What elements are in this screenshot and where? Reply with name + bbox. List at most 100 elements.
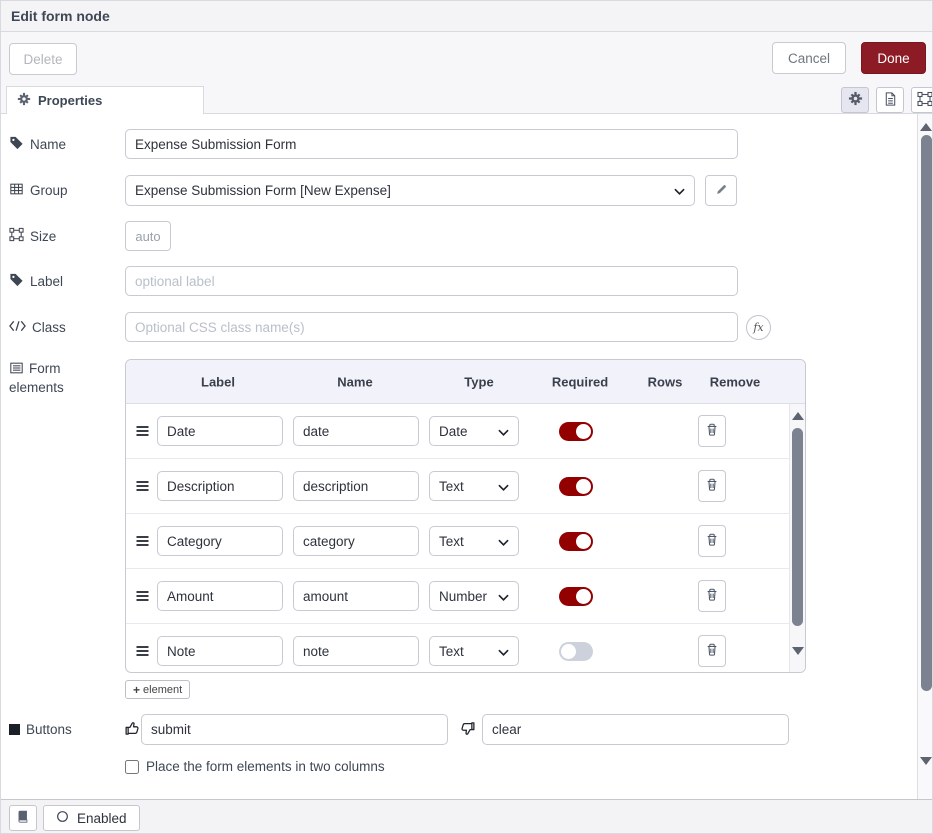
done-button[interactable]: Done xyxy=(861,42,926,74)
gear-icon xyxy=(17,92,31,109)
square-icon xyxy=(9,724,20,735)
table-body: Date Text xyxy=(126,404,805,673)
required-toggle[interactable] xyxy=(559,587,593,606)
table-scrollbar-thumb[interactable] xyxy=(792,428,803,626)
edit-group-button[interactable] xyxy=(705,175,737,206)
element-rows: Date Text xyxy=(126,404,791,673)
element-row: Number xyxy=(126,569,791,624)
trash-icon xyxy=(705,587,719,605)
element-row: Text xyxy=(126,624,791,673)
tab-properties-label: Properties xyxy=(38,93,102,108)
size-auto-button[interactable]: auto xyxy=(125,221,171,251)
element-type-select[interactable]: Date xyxy=(429,416,519,446)
scroll-up-icon[interactable] xyxy=(792,412,804,420)
class-input[interactable] xyxy=(125,312,738,342)
description-tab-button[interactable] xyxy=(876,87,904,113)
remove-element-button[interactable] xyxy=(698,635,726,667)
element-name-input[interactable] xyxy=(293,581,419,611)
element-row: Date xyxy=(126,404,791,459)
enabled-toggle-button[interactable]: Enabled xyxy=(43,805,140,831)
two-columns-checkbox[interactable] xyxy=(125,760,139,774)
element-type-select[interactable]: Text xyxy=(429,636,519,666)
col-header-required: Required xyxy=(552,374,608,389)
tag-icon xyxy=(9,135,24,153)
group-field-label: Group xyxy=(9,175,121,205)
group-select-value: Expense Submission Form [New Expense] xyxy=(135,183,391,198)
element-name-input[interactable] xyxy=(293,416,419,446)
element-name-input[interactable] xyxy=(293,636,419,666)
col-header-type: Type xyxy=(464,374,493,389)
drag-handle-icon[interactable] xyxy=(135,535,151,547)
two-columns-option[interactable]: Place the form elements in two columns xyxy=(125,759,385,774)
group-select[interactable]: Expense Submission Form [New Expense] xyxy=(125,175,695,206)
main-scrollbar[interactable] xyxy=(917,114,933,799)
edit-form-node-dialog: Edit form node Delete Cancel Done Proper… xyxy=(0,0,933,834)
add-element-button[interactable]: + element xyxy=(125,680,190,699)
object-group-icon xyxy=(9,227,24,245)
element-type-select[interactable]: Text xyxy=(429,471,519,501)
name-input[interactable] xyxy=(125,129,738,159)
element-name-input[interactable] xyxy=(293,526,419,556)
chevron-down-icon xyxy=(498,424,509,439)
cancel-button[interactable]: Cancel xyxy=(772,42,846,74)
element-label-input[interactable] xyxy=(157,581,283,611)
col-header-name: Name xyxy=(337,374,372,389)
required-toggle[interactable] xyxy=(559,532,593,551)
drag-handle-icon[interactable] xyxy=(135,425,151,437)
properties-tab-button[interactable] xyxy=(841,87,869,113)
element-label-input[interactable] xyxy=(157,526,283,556)
scroll-up-icon[interactable] xyxy=(920,123,932,131)
chevron-down-icon xyxy=(498,479,509,494)
element-type-value: Number xyxy=(439,589,487,604)
tab-properties[interactable]: Properties xyxy=(6,86,204,114)
document-icon xyxy=(883,91,898,110)
remove-element-button[interactable] xyxy=(698,470,726,502)
delete-button[interactable]: Delete xyxy=(9,43,77,75)
element-label-input[interactable] xyxy=(157,471,283,501)
required-toggle[interactable] xyxy=(559,477,593,496)
remove-element-button[interactable] xyxy=(698,525,726,557)
remove-element-button[interactable] xyxy=(698,415,726,447)
table-scrollbar[interactable] xyxy=(789,404,805,673)
clear-button-input[interactable] xyxy=(482,714,789,745)
element-label-input[interactable] xyxy=(157,636,283,666)
drag-handle-icon[interactable] xyxy=(135,590,151,602)
element-type-value: Text xyxy=(439,644,464,659)
dialog-footer: Enabled xyxy=(1,799,932,834)
size-field-label: Size xyxy=(9,221,121,251)
col-header-label: Label xyxy=(201,374,235,389)
submit-button-input[interactable] xyxy=(141,714,448,745)
trash-icon xyxy=(705,422,719,440)
element-name-input[interactable] xyxy=(293,471,419,501)
chevron-down-icon xyxy=(498,589,509,604)
fx-dynamic-button[interactable]: fx xyxy=(746,315,771,340)
two-columns-label: Place the form elements in two columns xyxy=(146,759,385,774)
element-type-select[interactable]: Text xyxy=(429,526,519,556)
appearance-tab-button[interactable] xyxy=(911,87,933,113)
col-header-remove: Remove xyxy=(710,374,761,389)
required-toggle[interactable] xyxy=(559,642,593,661)
buttons-field-label: Buttons xyxy=(9,714,121,745)
main-scrollbar-thumb[interactable] xyxy=(921,135,932,691)
scroll-down-icon[interactable] xyxy=(792,647,804,655)
enabled-label: Enabled xyxy=(77,811,127,826)
pencil-icon xyxy=(715,183,728,199)
chevron-down-icon xyxy=(674,183,685,198)
required-toggle[interactable] xyxy=(559,422,593,441)
form-elements-table: Label Name Type Required Rows Remove Dat… xyxy=(125,359,806,673)
element-type-select[interactable]: Number xyxy=(429,581,519,611)
table-header: Label Name Type Required Rows Remove xyxy=(126,360,805,404)
element-row: Text xyxy=(126,514,791,569)
remove-element-button[interactable] xyxy=(698,580,726,612)
label-input[interactable] xyxy=(125,266,738,296)
drag-handle-icon[interactable] xyxy=(135,645,151,657)
class-field-label: Class xyxy=(9,312,121,342)
element-row: Text xyxy=(126,459,791,514)
drag-handle-icon[interactable] xyxy=(135,480,151,492)
element-label-input[interactable] xyxy=(157,416,283,446)
node-help-button[interactable] xyxy=(9,805,37,831)
scroll-down-icon[interactable] xyxy=(920,757,932,765)
table-icon xyxy=(9,182,24,199)
thumbs-up-icon xyxy=(124,720,141,737)
element-type-value: Text xyxy=(439,534,464,549)
